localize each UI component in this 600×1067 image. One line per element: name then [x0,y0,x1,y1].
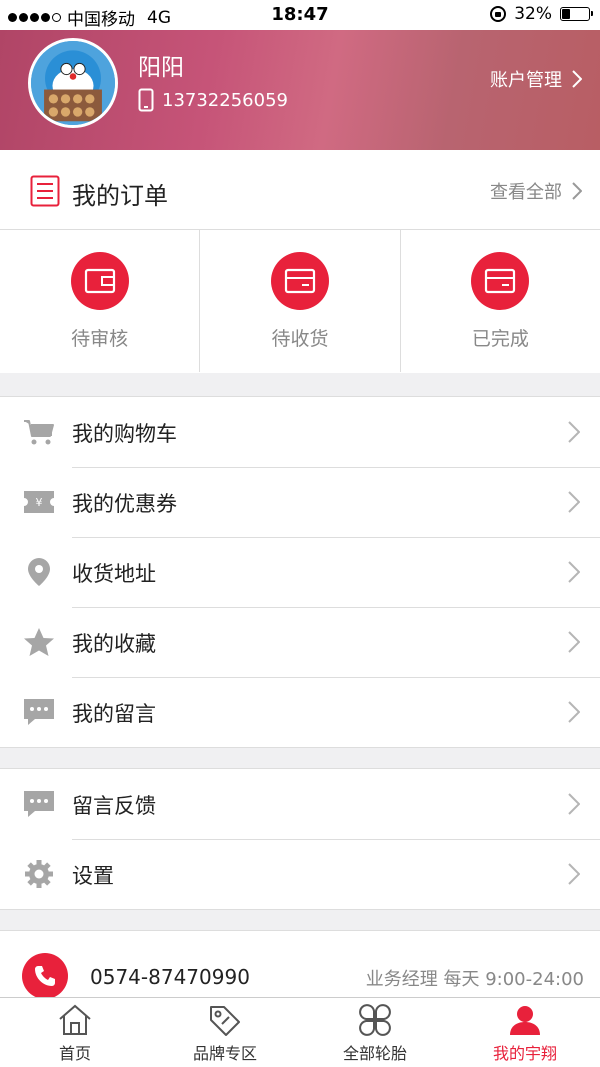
box-icon [270,252,329,310]
menu-item-messages[interactable]: 我的留言 [0,677,600,747]
tag-icon [210,1006,240,1036]
menu-item-settings[interactable]: 设置 [0,839,600,909]
order-list-icon [30,175,60,207]
contact-phone-number[interactable]: 0574-87470990 [90,965,250,989]
chevron-right-icon [572,70,582,88]
star-icon [22,626,56,658]
tab-label: 我的宇翔 [492,1044,557,1063]
view-all-label: 查看全部 [490,182,562,203]
secondary-menu-list: 留言反馈 设置 [0,768,600,910]
coupon-icon: ¥ [22,486,56,518]
tab-all-tires[interactable]: 全部轮胎 [300,998,450,1067]
menu-item-label: 我的留言 [72,702,156,726]
menu-item-coupons[interactable]: ¥ 我的优惠券 [0,467,600,537]
order-state-label: 待审核 [71,328,129,350]
chevron-right-icon [568,561,580,583]
bottom-tab-bar: 首页 品牌专区 全部轮胎 我的宇翔 [0,997,600,1067]
order-state-label: 已完成 [471,328,529,350]
menu-item-address[interactable]: 收货地址 [0,537,600,607]
menu-item-label: 留言反馈 [72,794,156,818]
gear-icon [22,858,56,890]
orders-header[interactable]: 我的订单 查看全部 [0,150,600,230]
chevron-right-icon [568,631,580,653]
avatar[interactable] [28,38,118,128]
order-state-completed[interactable]: 已完成 [401,230,600,372]
orders-section: 我的订单 查看全部 待审核 待收货 已完成 [0,150,600,373]
chevron-right-icon [568,491,580,513]
phone-call-icon[interactable] [22,953,68,999]
mobile-phone-icon [138,88,154,112]
menu-item-label: 我的收藏 [72,632,156,656]
menu-item-feedback[interactable]: 留言反馈 [0,769,600,839]
account-management-label: 账户管理 [490,70,562,91]
message-icon [22,788,56,820]
tab-label: 首页 [58,1044,91,1063]
tab-home[interactable]: 首页 [0,998,150,1067]
battery-icon [560,7,593,21]
menu-item-label: 我的购物车 [72,422,177,446]
user-phone-number: 13732256059 [162,89,288,111]
profile-header: 阳阳 13732256059 账户管理 [0,30,600,150]
order-state-awaiting-delivery[interactable]: 待收货 [200,230,401,372]
box-icon [471,252,530,310]
battery-percent: 32% [514,4,552,24]
rotation-lock-icon [490,6,507,22]
order-state-label: 待收货 [271,328,329,350]
chevron-right-icon [568,701,580,723]
chevron-right-icon [568,863,580,885]
chevron-right-icon [572,182,582,200]
contact-hours: 业务经理 每天 9:00-24:00 [365,969,584,990]
order-state-pending-review[interactable]: 待审核 [0,230,201,372]
menu-item-label: 我的优惠券 [72,492,177,516]
cart-icon [22,416,56,448]
user-name: 阳阳 [138,55,184,81]
status-bar: 中国移动 4G 18:47 32% [0,0,600,30]
home-icon [59,1004,91,1035]
message-icon [22,696,56,728]
tab-label: 全部轮胎 [342,1044,407,1063]
main-menu-list: 我的购物车 ¥ 我的优惠券 收货地址 我的收藏 我的留言 [0,396,600,748]
tab-my-yuxiang[interactable]: 我的宇翔 [450,998,600,1067]
chevron-right-icon [568,421,580,443]
tab-label: 品牌专区 [192,1044,257,1063]
contact-bar[interactable]: 0574-87470990 业务经理 每天 9:00-24:00 [0,930,600,999]
menu-item-favorites[interactable]: 我的收藏 [0,607,600,677]
view-all-orders-link[interactable]: 查看全部 [490,178,582,204]
location-pin-icon [22,556,56,588]
account-management-link[interactable]: 账户管理 [490,66,582,92]
chevron-right-icon [568,793,580,815]
user-phone-row: 13732256059 [138,88,288,112]
menu-item-label: 设置 [72,864,114,888]
orders-title: 我的订单 [72,182,168,210]
menu-item-label: 收货地址 [72,562,156,586]
wallet-icon [70,252,129,310]
user-icon [510,1006,540,1035]
grid-clover-icon [359,1004,391,1036]
menu-item-cart[interactable]: 我的购物车 [0,397,600,467]
tab-brands[interactable]: 品牌专区 [150,998,300,1067]
svg-text:¥: ¥ [36,496,43,509]
